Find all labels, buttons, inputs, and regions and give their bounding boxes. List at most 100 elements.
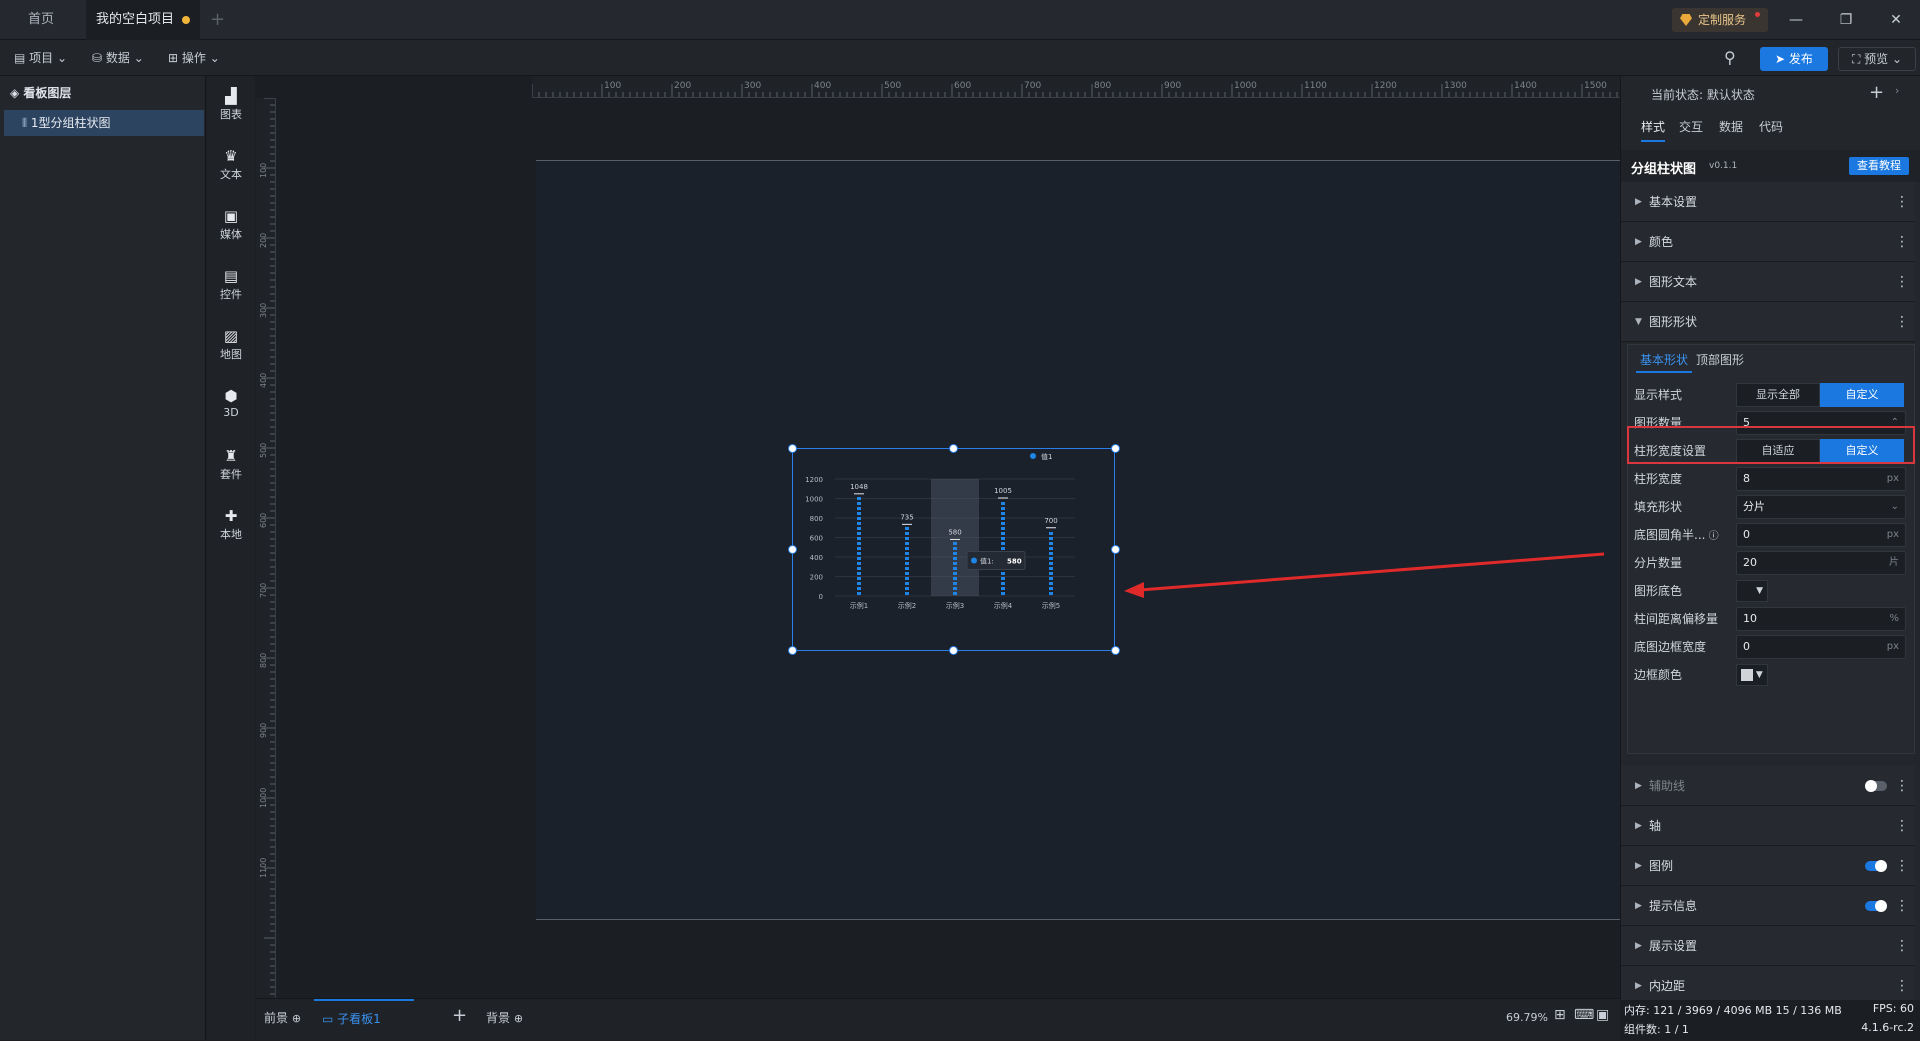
more-icon[interactable]: ⋮	[1895, 886, 1909, 926]
resize-handle-nw[interactable]	[788, 444, 797, 453]
more-icon[interactable]: ⋮	[1895, 222, 1909, 262]
bar-slice	[857, 562, 861, 565]
add-circle-icon[interactable]: ⊕	[292, 1012, 301, 1025]
section-color[interactable]: ▶ 颜色 ⋮	[1621, 222, 1915, 262]
minimize-icon[interactable]: —	[1784, 8, 1808, 32]
border-width-input[interactable]: 0 px	[1736, 635, 1906, 659]
tab-home[interactable]: 首页	[28, 0, 54, 40]
more-icon[interactable]: ⋮	[1895, 766, 1909, 806]
y-tick-label: 200	[810, 574, 823, 582]
bar-slice	[1049, 542, 1053, 545]
fill-shape-select[interactable]: 分片 ⌄	[1736, 495, 1906, 519]
resize-handle-w[interactable]	[788, 545, 797, 554]
close-icon[interactable]: ✕	[1884, 8, 1908, 32]
canvas-area[interactable]: 100 200 300 400 500 600 700 800 900 1000 1100 1200 1…	[256, 76, 1876, 998]
bar-slice	[1001, 592, 1005, 595]
bar-slice	[1049, 552, 1053, 555]
bar-offset-input[interactable]: 10%	[1736, 607, 1906, 631]
section-shape[interactable]: ▼ 图形形状 ⋮	[1621, 302, 1915, 342]
section-shape-text[interactable]: ▶ 图形文本 ⋮	[1621, 262, 1915, 302]
menu-data[interactable]: ⛁ 数据 ⌄	[92, 40, 144, 76]
more-icon[interactable]: ⋮	[1895, 302, 1909, 342]
section-display-settings[interactable]: ▶ 展示设置 ⋮	[1621, 926, 1915, 966]
title-bar: 首页 我的空白项目 + 定制服务 — ❐ ✕	[0, 0, 1920, 40]
subboard-tab[interactable]: ▭ 子看板1	[314, 999, 414, 1041]
toggle-on[interactable]	[1865, 860, 1887, 872]
subtab-top-shape[interactable]: 顶部图形	[1696, 351, 1744, 368]
more-icon[interactable]: ⋮	[1895, 966, 1909, 1000]
tab-data[interactable]: 数据	[1719, 118, 1743, 135]
tab-interaction[interactable]: 交互	[1679, 118, 1703, 135]
menu-project[interactable]: ▤ 项目 ⌄	[14, 40, 67, 76]
show-all-option[interactable]: 显示全部	[1736, 383, 1820, 407]
tutorial-button[interactable]: 查看教程	[1849, 157, 1909, 175]
custom-option[interactable]: 自定义	[1820, 383, 1904, 407]
cube-icon: ⬢	[224, 387, 238, 405]
add-board-icon[interactable]: +	[452, 1005, 467, 1026]
bar-slice	[953, 557, 957, 560]
subtab-basic-shape[interactable]: 基本形状	[1636, 351, 1693, 373]
chevron-right-icon[interactable]: ›	[1895, 84, 1899, 97]
component-3d[interactable]: ⬢ 3D	[207, 388, 255, 419]
tab-style[interactable]: 样式	[1641, 118, 1666, 142]
resize-handle-s[interactable]	[949, 646, 958, 655]
component-map[interactable]: ▨ 地图	[207, 328, 255, 362]
keyboard-icon[interactable]: ⌨	[1574, 1007, 1594, 1023]
puzzle-icon: ✚	[224, 507, 238, 525]
custom-service-button[interactable]: 定制服务	[1672, 8, 1768, 32]
resize-handle-e[interactable]	[1111, 545, 1120, 554]
section-basic-settings[interactable]: ▶ 基本设置 ⋮	[1621, 182, 1915, 222]
data-label: 735	[900, 513, 913, 521]
more-icon[interactable]: ⋮	[1895, 262, 1909, 302]
add-state-icon[interactable]: +	[1869, 82, 1884, 103]
section-axis[interactable]: ▶ 轴 ⋮	[1621, 806, 1915, 846]
layer-item[interactable]: ⫴ 1型分组柱状图	[4, 110, 204, 136]
tab-code[interactable]: 代码	[1759, 118, 1783, 135]
more-icon[interactable]: ⋮	[1895, 806, 1909, 846]
tooltip-series: 值1:	[980, 556, 994, 565]
component-control[interactable]: ▤ 控件	[207, 268, 255, 302]
publish-button[interactable]: ➤ 发布	[1760, 47, 1828, 71]
resize-handle-se[interactable]	[1111, 646, 1120, 655]
toggle-off[interactable]	[1865, 780, 1887, 792]
component-media[interactable]: ▣ 媒体	[207, 208, 255, 242]
component-kit[interactable]: ♜ 套件	[207, 448, 255, 482]
section-tooltip[interactable]: ▶ 提示信息 ⋮	[1621, 886, 1915, 926]
bar-width-input[interactable]: 8 px	[1736, 467, 1906, 491]
background-tab[interactable]: 背景 ⊕	[486, 1009, 523, 1026]
slice-count-input[interactable]: 20 片	[1736, 551, 1906, 575]
bar-slice	[905, 587, 909, 590]
chart-widget[interactable]: 0 200 400 600 800 1000 1200 1048 示例1 735 示例2 580 示例3…	[792, 448, 1115, 651]
unsaved-dot	[182, 16, 190, 24]
restore-icon[interactable]: ❐	[1834, 8, 1858, 32]
subboard-label: 子看板1	[337, 1012, 381, 1026]
more-icon[interactable]: ⋮	[1895, 926, 1909, 966]
tab-project[interactable]: 我的空白项目	[86, 0, 200, 40]
base-color-picker[interactable]: ▼	[1736, 580, 1768, 602]
search-icon[interactable]: ⚲	[1724, 40, 1736, 76]
more-icon[interactable]: ⋮	[1895, 846, 1909, 886]
toggle-on[interactable]	[1865, 900, 1887, 912]
terminal-icon[interactable]: ▣	[1596, 1007, 1609, 1023]
section-padding[interactable]: ▶ 内边距 ⋮	[1621, 966, 1915, 1000]
section-legend[interactable]: ▶ 图例 ⋮	[1621, 846, 1915, 886]
fit-screen-icon[interactable]: ⊞	[1554, 1007, 1566, 1023]
add-tab-icon[interactable]: +	[210, 0, 225, 40]
resize-handle-ne[interactable]	[1111, 444, 1120, 453]
zoom-level[interactable]: 69.79%	[1506, 1011, 1548, 1024]
preview-button[interactable]: ⛶ 预览 ⌄	[1838, 47, 1916, 71]
foreground-tab[interactable]: 前景 ⊕	[264, 1009, 301, 1026]
component-local[interactable]: ✚ 本地	[207, 508, 255, 542]
component-chart[interactable]: ▟ 图表	[207, 88, 255, 122]
resize-handle-sw[interactable]	[788, 646, 797, 655]
corner-radius-input[interactable]: 0 px	[1736, 523, 1906, 547]
more-icon[interactable]: ⋮	[1895, 182, 1909, 222]
add-circle-icon[interactable]: ⊕	[514, 1012, 523, 1025]
border-color-picker[interactable]: ▼	[1736, 664, 1768, 686]
bar-slice	[1049, 577, 1053, 580]
resize-handle-n[interactable]	[949, 444, 958, 453]
help-icon[interactable]: ⓘ	[1705, 531, 1719, 542]
section-guide-line[interactable]: ▶ 辅助线 ⋮	[1621, 766, 1915, 806]
menu-operation[interactable]: ⊞ 操作 ⌄	[168, 40, 220, 76]
component-text[interactable]: ♛ 文本	[207, 148, 255, 182]
